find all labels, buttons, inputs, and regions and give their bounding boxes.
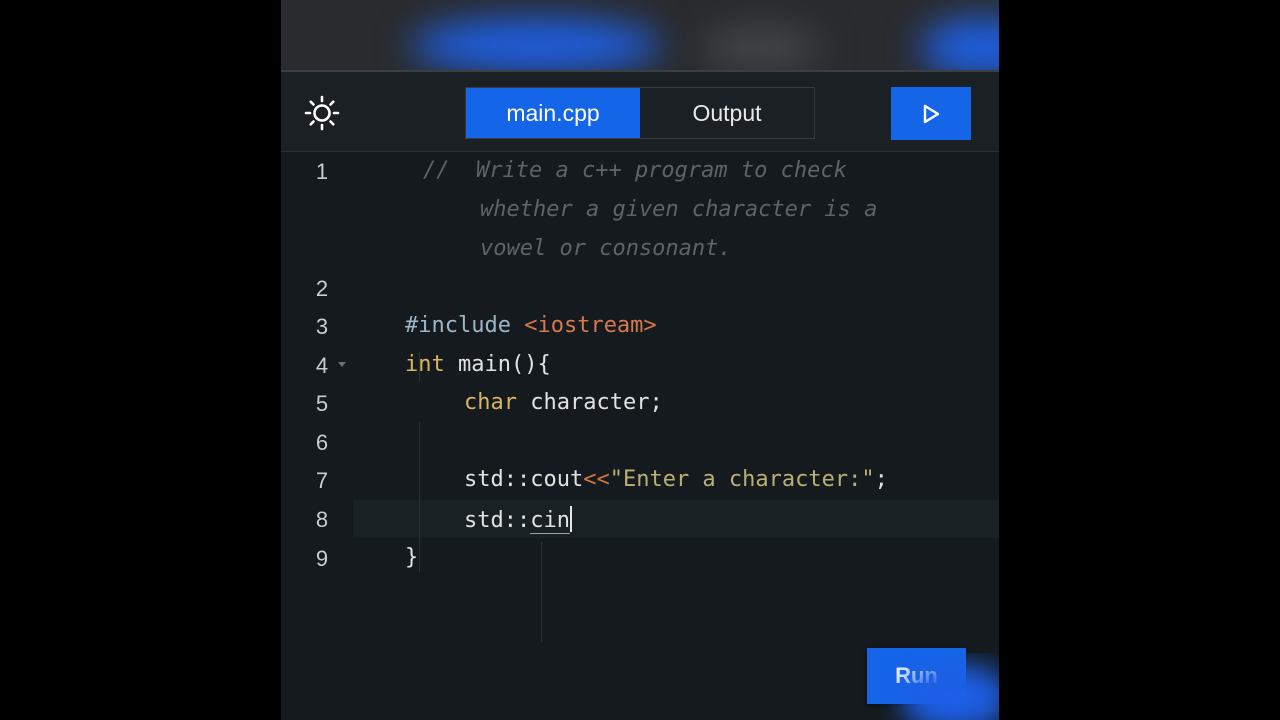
background-blur-top — [281, 0, 999, 70]
code-line-main: int main(){ — [405, 352, 551, 377]
code-line-declaration: char character; — [464, 390, 663, 415]
code-editor-app: main.cpp Output 1 2 3 4 5 6 7 8 9 // Wri… — [281, 70, 999, 720]
play-icon — [923, 104, 940, 123]
line-number: 1 — [315, 159, 329, 184]
fold-arrow-icon[interactable] — [338, 362, 346, 367]
code-line-include: #include <iostream> — [405, 313, 657, 338]
line-number: 9 — [315, 546, 329, 571]
active-line-highlight — [353, 500, 999, 538]
toolbar: main.cpp Output — [281, 72, 999, 152]
line-number: 8 — [315, 507, 329, 532]
file-tabs: main.cpp Output — [465, 87, 815, 139]
blur-glow — [900, 663, 999, 720]
code-editor[interactable]: 1 2 3 4 5 6 7 8 9 // Write a c++ program… — [281, 152, 999, 720]
code-line-closing-brace: } — [405, 545, 419, 570]
line-number: 4 — [315, 353, 329, 378]
code-comment: whether a given character is a — [480, 197, 878, 222]
line-number: 7 — [315, 468, 329, 493]
blur-glow — [921, 18, 999, 70]
indent-guide — [419, 422, 420, 572]
blur-glow — [411, 18, 661, 70]
blur-glow — [701, 28, 821, 68]
line-number: 6 — [315, 430, 329, 455]
line-number: 5 — [315, 391, 329, 416]
line-number: 3 — [315, 314, 329, 339]
code-comment: vowel or consonant. — [480, 236, 732, 261]
code-line-cin: std::cin — [464, 506, 572, 534]
tab-main-cpp[interactable]: main.cpp — [466, 88, 640, 138]
code-comment: // Write a c++ program to check — [423, 158, 847, 183]
line-number: 2 — [315, 276, 329, 301]
text-cursor — [569, 506, 572, 532]
tab-output[interactable]: Output — [640, 88, 814, 138]
code-line-cout: std::cout<<"Enter a character:"; — [464, 467, 888, 492]
background-blur-bottom — [880, 653, 999, 720]
play-button[interactable] — [891, 87, 971, 140]
sun-icon[interactable] — [303, 94, 341, 132]
indent-guide — [541, 542, 542, 642]
